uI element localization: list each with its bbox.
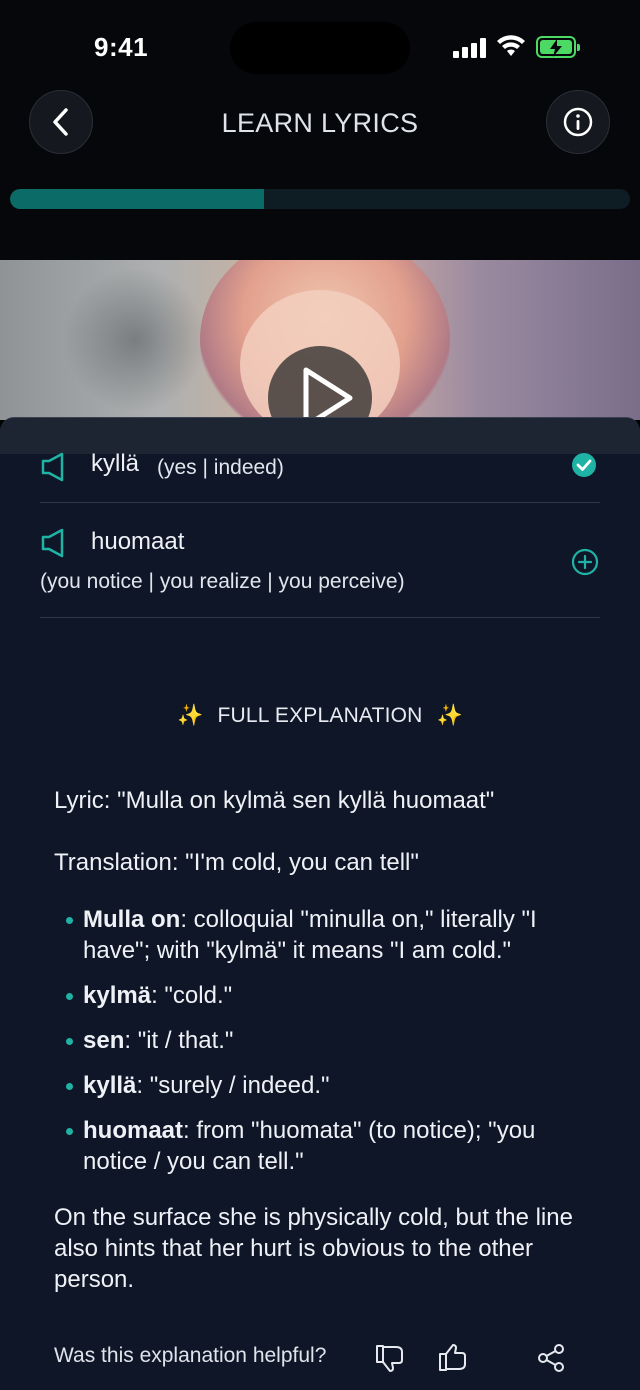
breakdown-term: sen bbox=[83, 1027, 125, 1054]
breakdown-term: kylmä bbox=[83, 982, 152, 1009]
page-title: LEARN LYRICS bbox=[221, 108, 419, 138]
lesson-progress-bar bbox=[10, 189, 630, 209]
list-item: Mulla on: colloquial "minulla on," liter… bbox=[66, 904, 586, 966]
progress-fill bbox=[10, 189, 265, 209]
list-item: sen: "it / that." bbox=[66, 1025, 586, 1056]
vocab-row: huomaat (you notice | you realize | you … bbox=[40, 526, 600, 606]
sparkles-icon: ✨ bbox=[436, 704, 463, 727]
vocab-word: huomaat bbox=[91, 528, 185, 555]
thumbs-down-icon[interactable] bbox=[374, 1342, 406, 1374]
vocab-row: kyllä (yes | indeed) bbox=[40, 450, 600, 482]
check-circle-icon[interactable] bbox=[571, 452, 597, 478]
battery-charging-icon bbox=[536, 36, 580, 58]
list-item: kyllä: "surely / indeed." bbox=[66, 1070, 586, 1101]
thumbs-up-icon[interactable] bbox=[437, 1342, 469, 1374]
feedback-question: Was this explanation helpful? bbox=[54, 1344, 327, 1367]
vocab-gloss: (yes | indeed) bbox=[157, 456, 284, 479]
list-item: huomaat: from "huomata" (to notice); "yo… bbox=[66, 1115, 586, 1177]
info-button[interactable] bbox=[546, 90, 610, 154]
breakdown-text: : "cold." bbox=[151, 982, 233, 1009]
breakdown-term: kyllä bbox=[83, 1072, 137, 1099]
full-explanation-heading: ✨ FULL EXPLANATION ✨ bbox=[0, 704, 640, 728]
cellular-signal-icon bbox=[453, 38, 487, 58]
sparkles-icon: ✨ bbox=[177, 704, 204, 727]
translation-line: Translation: "I'm cold, you can tell" bbox=[54, 849, 419, 876]
dynamic-island bbox=[230, 22, 410, 74]
status-time: 9:41 bbox=[94, 32, 149, 62]
video-player[interactable] bbox=[0, 260, 640, 420]
vocab-gloss: (you notice | you realize | you perceive… bbox=[40, 570, 405, 593]
breakdown-text: : "surely / indeed." bbox=[136, 1072, 330, 1099]
breakdown-text: : "it / that." bbox=[124, 1027, 234, 1054]
explanation-summary: On the surface she is physically cold, b… bbox=[54, 1204, 573, 1293]
word-breakdown-list: Mulla on: colloquial "minulla on," liter… bbox=[66, 904, 586, 1191]
divider bbox=[40, 502, 600, 503]
full-explanation-title: FULL EXPLANATION bbox=[217, 704, 423, 727]
wifi-icon bbox=[497, 35, 525, 56]
sheet-header bbox=[0, 418, 640, 454]
lyric-line: Lyric: "Mulla on kylmä sen kyllä huomaat… bbox=[54, 787, 495, 814]
info-icon bbox=[563, 107, 593, 137]
feedback-bar: Was this explanation helpful? bbox=[54, 1342, 594, 1382]
play-icon bbox=[303, 367, 353, 420]
speaker-icon[interactable] bbox=[40, 528, 66, 558]
add-circle-icon[interactable] bbox=[571, 548, 599, 576]
divider bbox=[40, 617, 600, 618]
status-bar: 9:41 bbox=[0, 0, 640, 90]
speaker-icon[interactable] bbox=[40, 452, 66, 482]
share-icon[interactable] bbox=[535, 1342, 567, 1374]
vocab-word: kyllä bbox=[91, 450, 140, 477]
explanation-sheet: kyllä (yes | indeed) huomaat (you notice… bbox=[0, 417, 640, 1390]
breakdown-term: Mulla on bbox=[83, 906, 181, 933]
header: LEARN LYRICS bbox=[0, 90, 640, 260]
video-frame-background bbox=[60, 270, 210, 410]
breakdown-term: huomaat bbox=[83, 1117, 184, 1144]
list-item: kylmä: "cold." bbox=[66, 980, 586, 1011]
